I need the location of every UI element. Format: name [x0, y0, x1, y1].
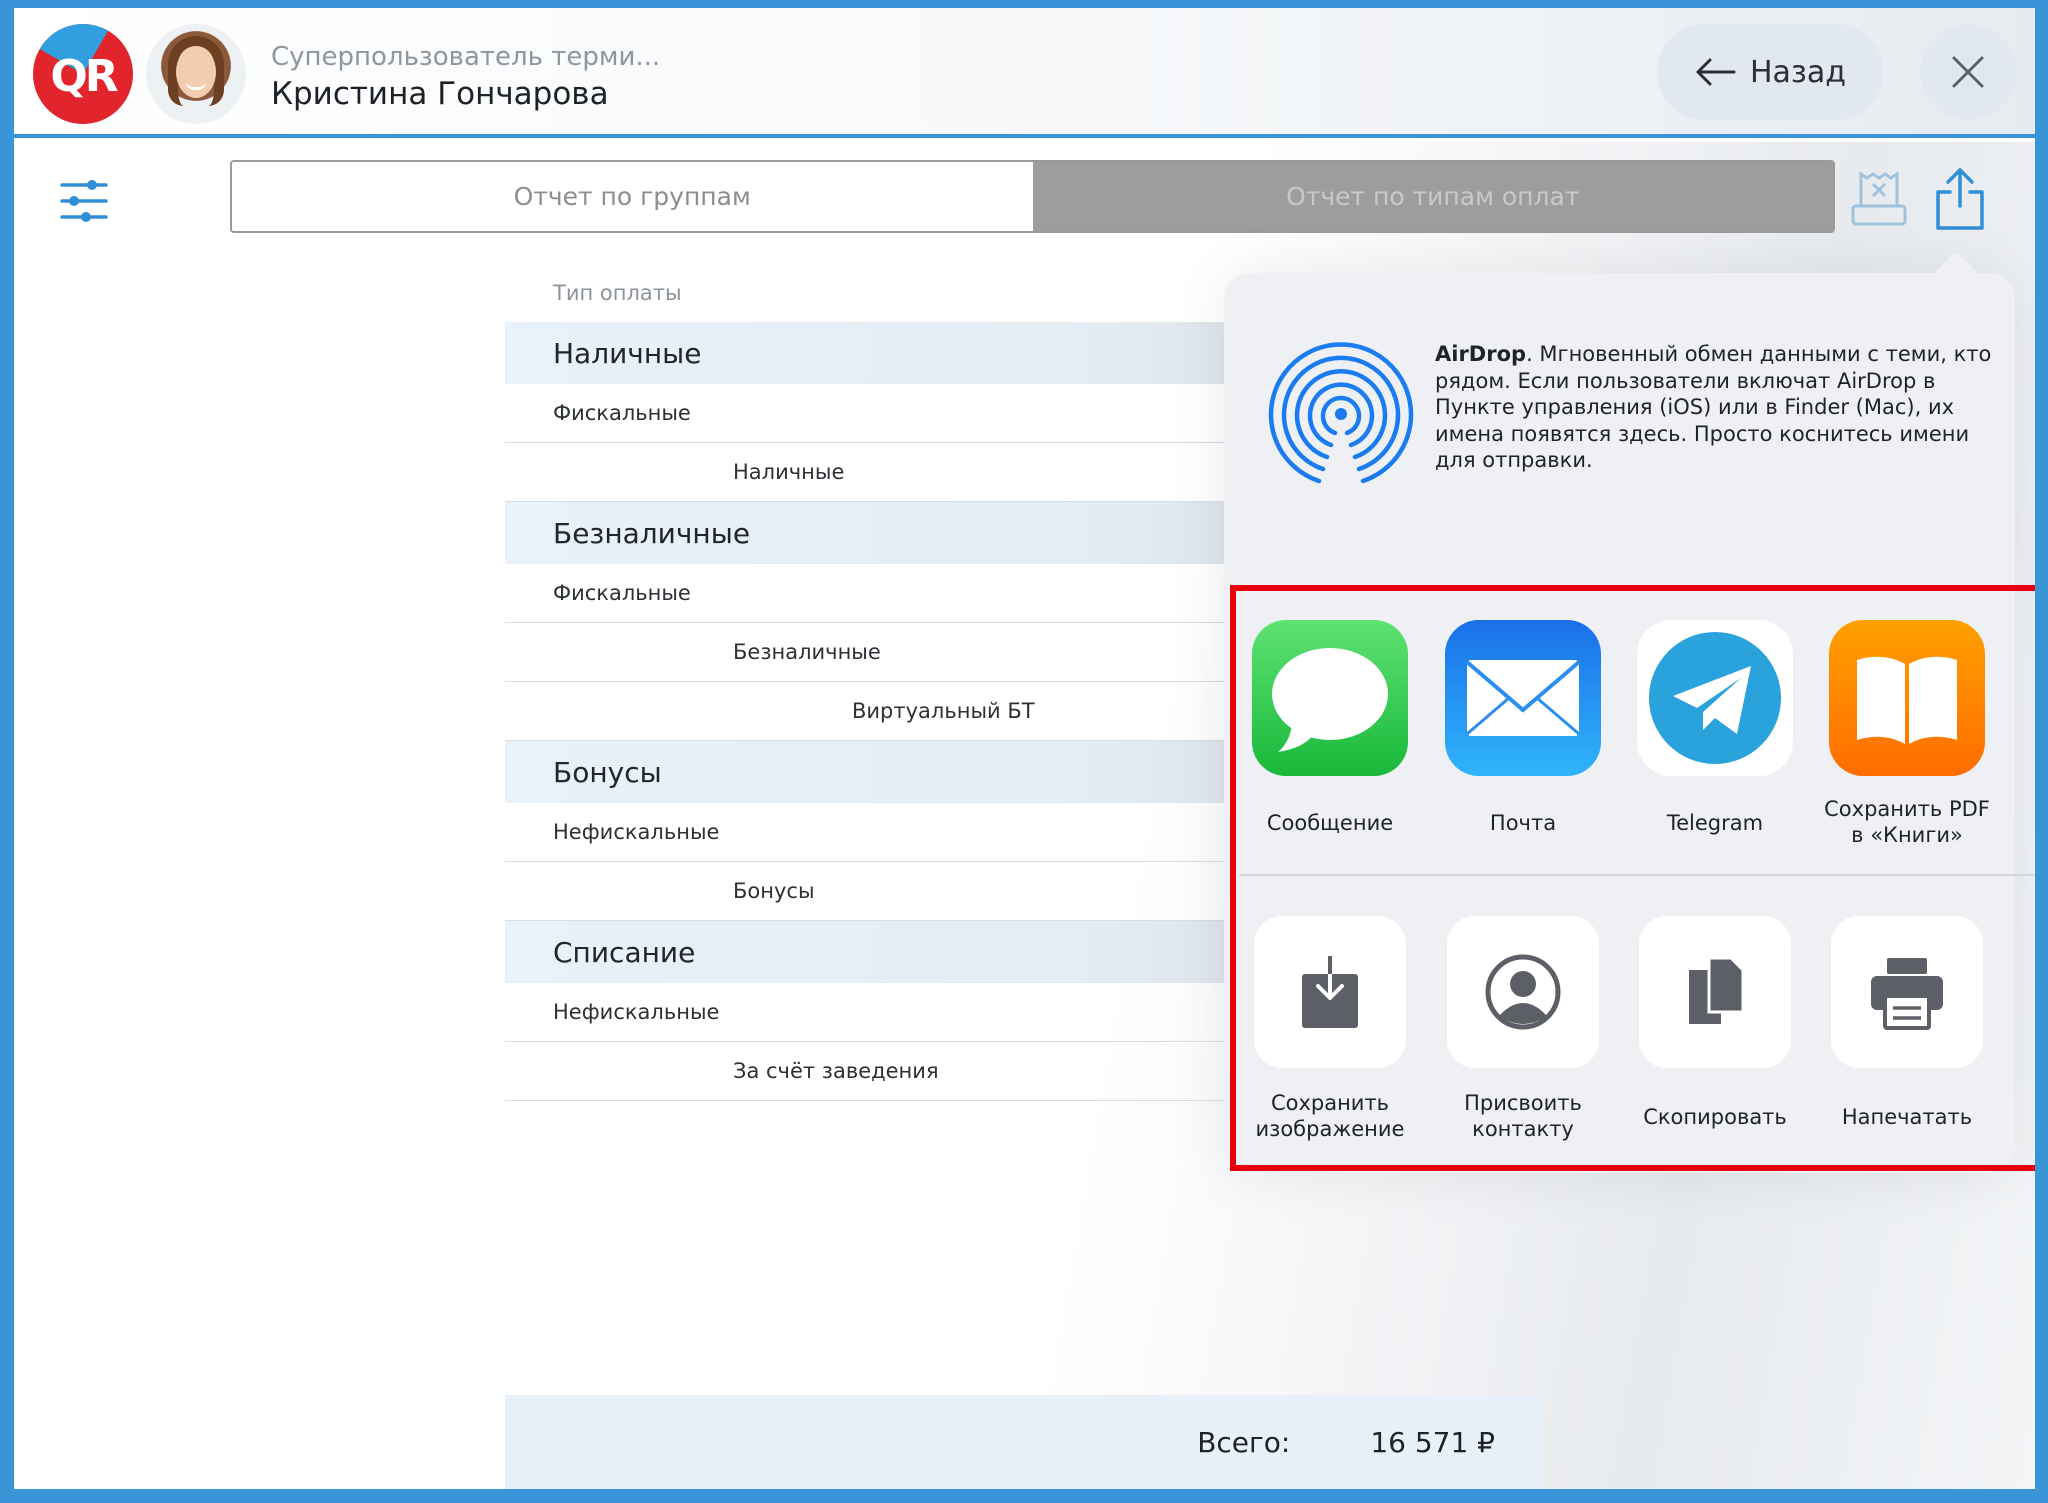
report-sub-row[interactable]: Фискальные	[505, 564, 1265, 623]
filter-settings-icon[interactable]	[59, 176, 109, 226]
user-role: Суперпользователь терми...	[271, 42, 661, 72]
report-sub-row[interactable]: Нефискальные	[505, 983, 1265, 1042]
avatar[interactable]	[146, 24, 246, 124]
avatar-face	[176, 46, 216, 98]
report-sub-row[interactable]: Наличные	[505, 443, 1265, 502]
report-sub-row[interactable]: Бонусы	[505, 862, 1265, 921]
app-frame: QR Суперпользователь терми... Кристина Г…	[14, 8, 2035, 1489]
report-group-row[interactable]: Безналичные	[505, 502, 1265, 564]
back-button-label: Назад	[1749, 54, 1847, 90]
airdrop-icon[interactable]	[1267, 342, 1415, 490]
report-type-segmented-control: Отчет по группам Отчет по типам оплат	[230, 160, 1835, 233]
report-row-label: Безналичные	[733, 640, 881, 664]
qr-logo: QR	[33, 24, 133, 124]
payment-types-report: Тип оплаты Наличные Фискальные Наличные Без…	[505, 264, 1265, 1101]
report-rows: Наличные Фискальные Наличные Безналичные Фис…	[505, 322, 1265, 1101]
report-row-label: Списание	[553, 935, 696, 969]
report-row-label: Бонусы	[733, 879, 815, 903]
airdrop-title: AirDrop	[1435, 342, 1527, 366]
tab-groups-report[interactable]: Отчет по группам	[232, 162, 1033, 231]
airdrop-description: AirDrop. Мгновенный обмен данными с теми…	[1435, 341, 2005, 474]
back-button[interactable]: Назад	[1657, 24, 1883, 120]
report-row-label: Виртуальный БТ	[852, 699, 1035, 723]
report-sub-row[interactable]: Фискальные	[505, 384, 1265, 443]
close-icon	[1952, 56, 1984, 88]
report-sub-row[interactable]: Нефискальные	[505, 803, 1265, 862]
share-icon[interactable]	[1934, 166, 1986, 232]
tab-payment-types-report[interactable]: Отчет по типам оплат	[1032, 162, 1833, 231]
report-group-row[interactable]: Наличные	[505, 322, 1265, 384]
user-name: Кристина Гончарова	[271, 76, 609, 112]
column-header: Тип оплаты	[553, 281, 682, 305]
report-row-label: Безналичные	[553, 516, 751, 550]
header: QR Суперпользователь терми... Кристина Г…	[14, 8, 2035, 138]
print-receipt-icon[interactable]	[1849, 170, 1909, 230]
report-row-label: Наличные	[733, 460, 845, 484]
logo-text: QR	[50, 51, 118, 102]
total-bar: Всего: 16 571 ₽	[505, 1395, 1543, 1489]
report-group-row[interactable]: Списание	[505, 921, 1265, 983]
report-row-label: Фискальные	[553, 581, 691, 605]
highlight-box	[1230, 585, 2035, 1171]
report-sub-row[interactable]: Виртуальный БТ	[505, 682, 1265, 741]
report-row-label: Бонусы	[553, 755, 662, 789]
report-row-label: Нефискальные	[553, 820, 720, 844]
report-group-row[interactable]: Бонусы	[505, 741, 1265, 803]
report-row-label: За счёт заведения	[733, 1059, 939, 1083]
report-row-label: Наличные	[553, 336, 702, 370]
close-button[interactable]	[1920, 24, 2016, 120]
report-sub-row[interactable]: Безналичные	[505, 623, 1265, 682]
total-label: Всего:	[1197, 1425, 1291, 1459]
report-sub-row[interactable]: За счёт заведения	[505, 1042, 1265, 1101]
arrow-left-icon	[1696, 58, 1736, 86]
report-row-label: Нефискальные	[553, 1000, 720, 1024]
total-value: 16 571 ₽	[1370, 1425, 1495, 1459]
report-row-label: Фискальные	[553, 401, 691, 425]
